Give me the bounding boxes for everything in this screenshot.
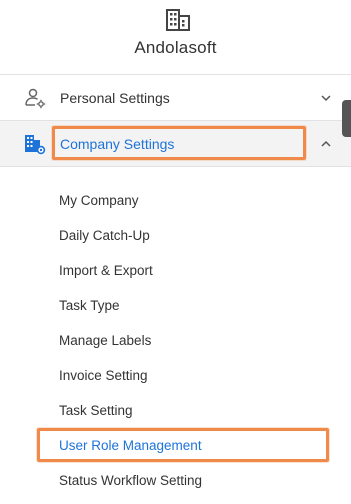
menu-item-personal-settings[interactable]: Personal Settings [0,75,351,121]
submenu-item-task-type[interactable]: Task Type [59,298,120,313]
scrollbar-handle[interactable] [342,100,351,137]
submenu-item-import-export[interactable]: Import & Export [59,263,153,278]
submenu-item-daily-catch-up[interactable]: Daily Catch-Up [59,228,150,243]
building-icon [166,9,190,31]
chevron-down-icon[interactable] [320,92,332,104]
app-header: Andolasoft [0,0,351,75]
chevron-up-icon[interactable] [320,138,332,150]
submenu-item-status-workflow-setting[interactable]: Status Workflow Setting [59,473,202,488]
submenu-item-invoice-setting[interactable]: Invoice Setting [59,368,148,383]
submenu-item-user-role-management[interactable]: User Role Management [59,438,202,453]
submenu-item-task-setting[interactable]: Task Setting [59,403,133,418]
submenu-item-my-company[interactable]: My Company [59,193,139,208]
menu-item-company-settings[interactable]: Company Settings [0,121,351,167]
company-name: Andolasoft [134,38,217,57]
submenu-item-manage-labels[interactable]: Manage Labels [59,333,151,348]
building-settings-icon [25,135,46,155]
menu-item-label: Personal Settings [60,90,170,106]
menu-item-label: Company Settings [60,136,175,152]
user-settings-icon [25,88,46,109]
